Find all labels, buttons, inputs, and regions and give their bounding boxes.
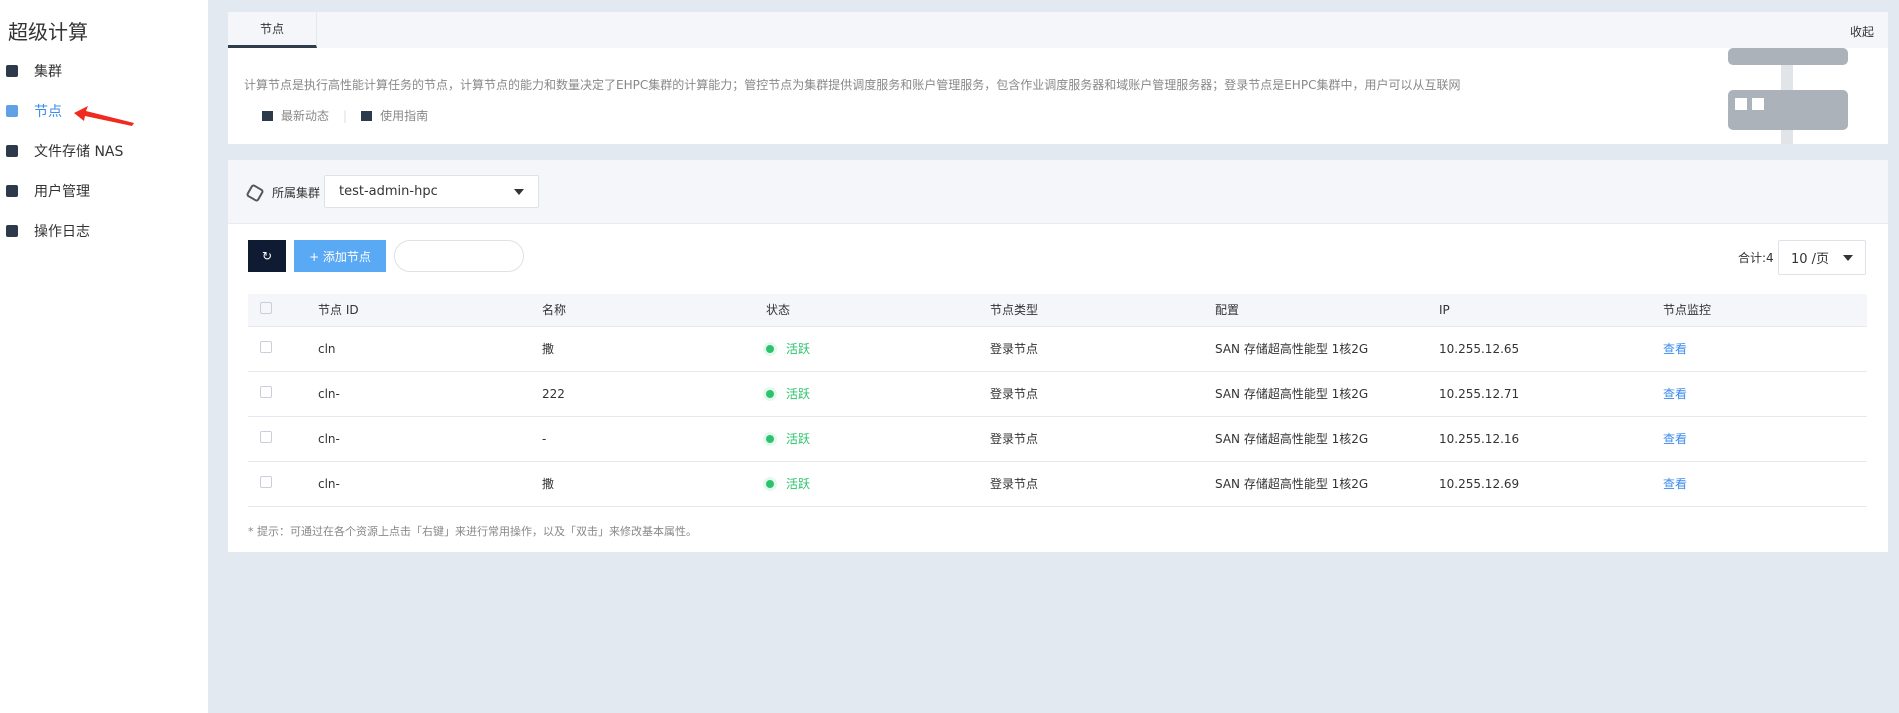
status-text: 活跃 xyxy=(786,387,811,401)
node-name: 撒 xyxy=(542,326,766,372)
divider: | xyxy=(343,108,348,123)
node-type: 登录节点 xyxy=(990,416,1215,462)
view-monitor-link[interactable]: 查看 xyxy=(1663,432,1687,446)
total-count: 合计:4 xyxy=(1738,251,1774,265)
node-status: 活跃 xyxy=(766,416,990,462)
column-header[interactable]: 名称 xyxy=(542,294,766,327)
node-name: - xyxy=(542,416,766,462)
storage-icon xyxy=(6,145,18,157)
intro-panel: 节点 收起 计算节点是执行高性能计算任务的节点，计算节点的能力和数量决定了EHP… xyxy=(228,12,1888,144)
cluster-icon xyxy=(245,182,265,203)
nodes-table: 节点 ID 名称 状态 节点类型 配置 IP 节点监控 cln 撒 活跃 登录节… xyxy=(248,294,1867,507)
select-all-checkbox[interactable] xyxy=(260,302,272,315)
page-size-value: 10 /页 xyxy=(1791,252,1830,267)
row-checkbox[interactable] xyxy=(260,431,272,443)
status-text: 活跃 xyxy=(786,477,811,491)
nav-label: 用户管理 xyxy=(34,184,90,200)
sidebar: 超级计算 集群 节点 文件存储 NAS 用户管理 操作日志 xyxy=(0,0,208,713)
node-id: cln- xyxy=(318,461,542,507)
nav-label: 节点 xyxy=(34,104,62,120)
node-ip: 10.255.12.65 xyxy=(1439,326,1663,372)
collapse-button[interactable]: 收起 xyxy=(1850,23,1874,40)
nav-label: 文件存储 NAS xyxy=(34,144,124,160)
node-config: SAN 存储超高性能型 1核2G xyxy=(1215,461,1439,507)
refresh-button[interactable]: ↻ xyxy=(248,240,286,272)
usage-hint: * 提示：可通过在各个资源上点击「右键」来进行常用操作，以及「双击」来修改基本属… xyxy=(248,525,697,538)
node-name: 撒 xyxy=(542,461,766,507)
table-row[interactable]: cln 撒 活跃 登录节点 SAN 存储超高性能型 1核2G 10.255.12… xyxy=(248,326,1867,372)
row-checkbox[interactable] xyxy=(260,476,272,488)
column-header[interactable]: 节点类型 xyxy=(990,294,1215,327)
row-checkbox[interactable] xyxy=(260,341,272,353)
node-ip: 10.255.12.71 xyxy=(1439,371,1663,417)
server-illustration-icon xyxy=(1728,48,1848,144)
sidebar-item-nas[interactable]: 文件存储 NAS xyxy=(0,136,208,166)
status-text: 活跃 xyxy=(786,432,811,446)
nodes-panel: 所属集群 test-admin-hpc ↻ + 添加节点 合计:4 10 /页 … xyxy=(228,160,1888,552)
node-status: 活跃 xyxy=(766,326,990,372)
app-title: 超级计算 xyxy=(8,20,88,44)
add-node-button[interactable]: + 添加节点 xyxy=(294,240,386,272)
caret-down-icon xyxy=(514,188,524,195)
view-monitor-link[interactable]: 查看 xyxy=(1663,387,1687,401)
node-config: SAN 存储超高性能型 1核2G xyxy=(1215,326,1439,372)
column-header[interactable]: 配置 xyxy=(1215,294,1439,327)
node-status: 活跃 xyxy=(766,371,990,417)
node-config: SAN 存储超高性能型 1核2G xyxy=(1215,416,1439,462)
guide-link[interactable]: 使用指南 xyxy=(380,107,428,124)
tab-nodes[interactable]: 节点 xyxy=(228,12,317,48)
node-id: cln- xyxy=(318,371,542,417)
column-header[interactable]: IP xyxy=(1439,294,1663,327)
node-id: cln xyxy=(318,326,542,372)
status-dot-icon xyxy=(766,480,774,488)
status-dot-icon xyxy=(766,345,774,353)
table-row[interactable]: cln- - 活跃 登录节点 SAN 存储超高性能型 1核2G 10.255.1… xyxy=(248,416,1867,462)
message-icon xyxy=(262,110,273,121)
cluster-select-value: test-admin-hpc xyxy=(339,184,438,199)
node-ip: 10.255.12.69 xyxy=(1439,461,1663,507)
node-type: 登录节点 xyxy=(990,326,1215,372)
node-id: cln- xyxy=(318,416,542,462)
cluster-icon xyxy=(6,65,18,77)
server-icon xyxy=(6,105,18,117)
sidebar-item-logs[interactable]: 操作日志 xyxy=(0,216,208,246)
page-size-select[interactable]: 10 /页 xyxy=(1778,240,1866,275)
view-monitor-link[interactable]: 查看 xyxy=(1663,477,1687,491)
view-monitor-link[interactable]: 查看 xyxy=(1663,342,1687,356)
book-icon xyxy=(361,110,373,121)
user-gear-icon xyxy=(6,185,18,197)
document-icon xyxy=(6,225,18,237)
news-link[interactable]: 最新动态 xyxy=(281,107,329,124)
cluster-select[interactable]: test-admin-hpc xyxy=(324,175,539,208)
column-header[interactable]: 状态 xyxy=(766,294,990,327)
cluster-filter-label: 所属集群 xyxy=(272,186,321,200)
column-header[interactable]: 节点 ID xyxy=(318,294,542,327)
nav-label: 集群 xyxy=(34,64,62,80)
status-dot-icon xyxy=(766,390,774,398)
intro-description: 计算节点是执行高性能计算任务的节点，计算节点的能力和数量决定了EHPC集群的计算… xyxy=(244,78,1461,92)
sidebar-item-users[interactable]: 用户管理 xyxy=(0,176,208,206)
column-header[interactable]: 节点监控 xyxy=(1663,294,1867,327)
node-status: 活跃 xyxy=(766,461,990,507)
search-input[interactable] xyxy=(394,240,524,272)
node-type: 登录节点 xyxy=(990,461,1215,507)
row-checkbox[interactable] xyxy=(260,386,272,398)
node-config: SAN 存储超高性能型 1核2G xyxy=(1215,371,1439,417)
red-arrow-annotation-icon xyxy=(74,106,134,126)
table-row[interactable]: cln- 撒 活跃 登录节点 SAN 存储超高性能型 1核2G 10.255.1… xyxy=(248,461,1867,507)
status-dot-icon xyxy=(766,435,774,443)
table-row[interactable]: cln- 222 活跃 登录节点 SAN 存储超高性能型 1核2G 10.255… xyxy=(248,371,1867,417)
node-ip: 10.255.12.16 xyxy=(1439,416,1663,462)
refresh-icon: ↻ xyxy=(261,249,273,263)
node-type: 登录节点 xyxy=(990,371,1215,417)
caret-down-icon xyxy=(1843,254,1853,261)
status-text: 活跃 xyxy=(786,342,811,356)
nav-label: 操作日志 xyxy=(34,224,90,240)
node-name: 222 xyxy=(542,371,766,417)
sidebar-item-cluster[interactable]: 集群 xyxy=(0,56,208,86)
